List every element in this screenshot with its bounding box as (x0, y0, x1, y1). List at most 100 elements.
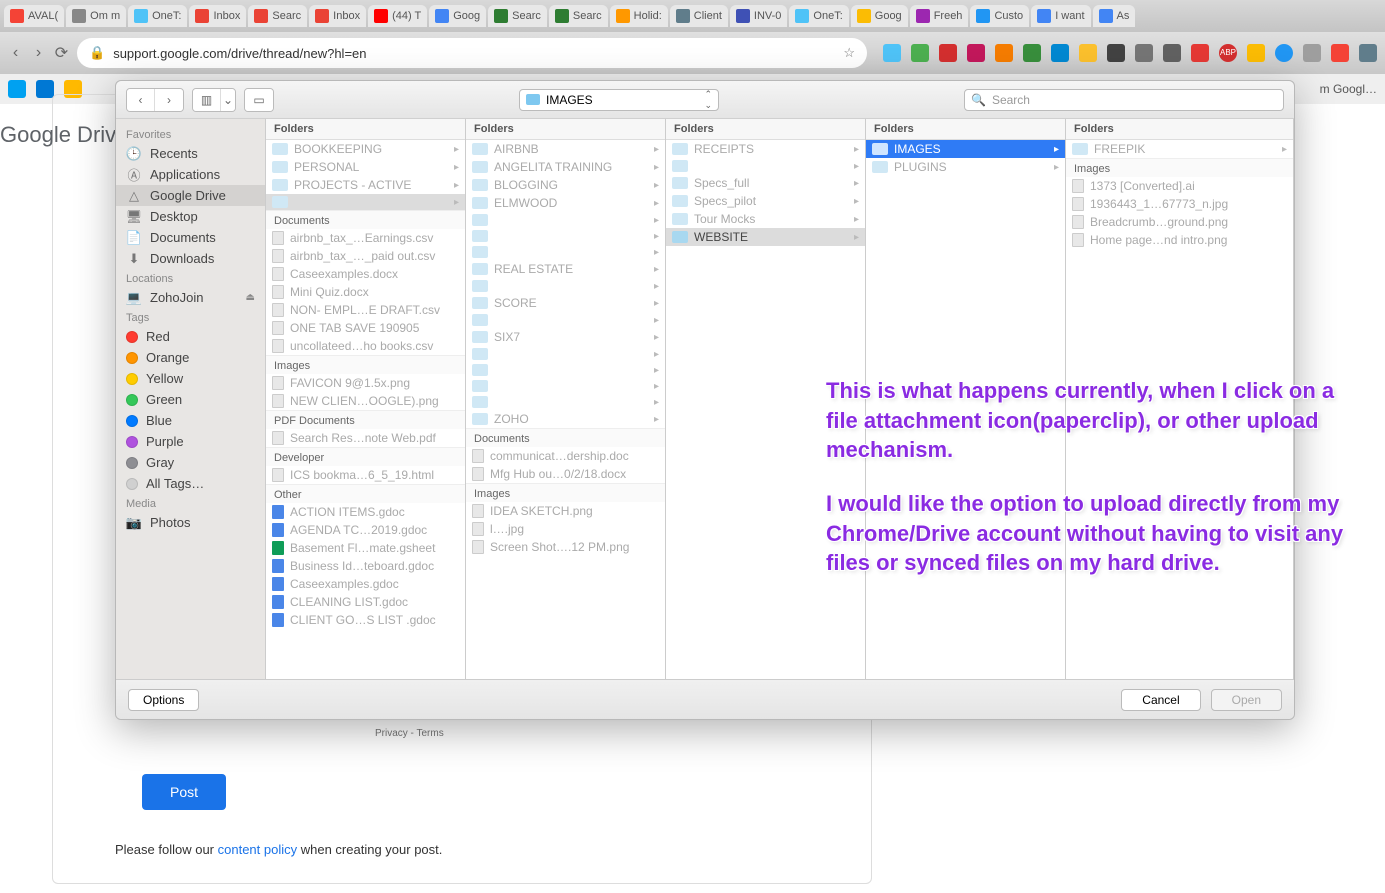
file-item[interactable]: FAVICON 9@1.5x.png (266, 374, 465, 392)
folder-item[interactable]: ▸ (466, 244, 665, 260)
ext-icon[interactable] (1275, 44, 1293, 62)
content-policy-link[interactable]: content policy (218, 842, 298, 857)
ext-icon[interactable] (967, 44, 985, 62)
group-by-button[interactable]: ▭ (245, 89, 273, 111)
sidebar-tag[interactable]: Yellow (116, 368, 265, 389)
browser-tab[interactable]: Inbox (309, 5, 366, 27)
folder-item[interactable]: ▸ (466, 394, 665, 410)
sidebar-item[interactable]: ⒶApplications (116, 164, 265, 185)
folder-item[interactable]: AIRBNB▸ (466, 140, 665, 158)
search-input[interactable]: 🔍 Search (964, 89, 1284, 111)
browser-tab[interactable]: Custo (970, 5, 1029, 27)
file-item[interactable]: IDEA SKETCH.png (466, 502, 665, 520)
folder-item[interactable]: ▸ (266, 194, 465, 210)
ext-icon[interactable] (939, 44, 957, 62)
sidebar-tag[interactable]: Gray (116, 452, 265, 473)
sidebar-item[interactable]: 📄Documents (116, 227, 265, 248)
folder-item[interactable]: PROJECTS - ACTIVE▸ (266, 176, 465, 194)
file-item[interactable]: Mfg Hub ou…0/2/18.docx (466, 465, 665, 483)
folder-item[interactable]: Specs_pilot▸ (666, 192, 865, 210)
browser-tab[interactable]: OneT: (789, 5, 848, 27)
file-item[interactable]: Screen Shot….12 PM.png (466, 538, 665, 556)
file-item[interactable]: Basement Fl…mate.gsheet (266, 539, 465, 557)
sidebar-tag[interactable]: Blue (116, 410, 265, 431)
bookmark-icon[interactable] (36, 80, 54, 98)
browser-tab[interactable]: Goog (851, 5, 908, 27)
ext-icon[interactable] (1107, 44, 1125, 62)
sidebar-item[interactable]: 🖥Desktop (116, 206, 265, 227)
bookmark-overflow[interactable]: m Googl… (1320, 82, 1377, 96)
ext-icon[interactable] (1163, 44, 1181, 62)
browser-tab[interactable]: I want (1031, 5, 1090, 27)
file-item[interactable]: Search Res…note Web.pdf (266, 429, 465, 447)
browser-tab[interactable]: INV-0 (730, 5, 788, 27)
file-item[interactable]: airbnb_tax_…_paid out.csv (266, 247, 465, 265)
ext-icon[interactable] (911, 44, 929, 62)
options-button[interactable]: Options (128, 689, 199, 711)
folder-item[interactable]: PERSONAL▸ (266, 158, 465, 176)
folder-item[interactable]: ▸ (466, 212, 665, 228)
file-item[interactable]: ACTION ITEMS.gdoc (266, 503, 465, 521)
sidebar-item[interactable]: 🕒Recents (116, 143, 265, 164)
folder-item[interactable]: BLOGGING▸ (466, 176, 665, 194)
browser-tab[interactable]: Client (670, 5, 728, 27)
browser-tab[interactable]: Freeh (910, 5, 969, 27)
folder-item[interactable]: SCORE▸ (466, 294, 665, 312)
sidebar-item[interactable]: 📷Photos (116, 512, 265, 533)
folder-item[interactable]: ▸ (466, 378, 665, 394)
folder-item[interactable]: ▸ (466, 312, 665, 328)
folder-item[interactable]: ▸ (466, 278, 665, 294)
browser-tab[interactable]: Searc (488, 5, 547, 27)
folder-item[interactable]: ELMWOOD▸ (466, 194, 665, 212)
forward-button[interactable]: › (31, 41, 46, 65)
path-dropdown[interactable]: IMAGES ⌃⌄ (519, 89, 719, 111)
folder-item[interactable]: PLUGINS▸ (866, 158, 1065, 176)
browser-tab[interactable]: Holid: (610, 5, 668, 27)
file-item[interactable]: CLEANING LIST.gdoc (266, 593, 465, 611)
folder-item[interactable]: ▸ (466, 228, 665, 244)
browser-tab[interactable]: Om m (66, 5, 126, 27)
folder-item[interactable]: SIX7▸ (466, 328, 665, 346)
browser-tab[interactable]: AVAL( (4, 5, 64, 27)
post-button[interactable]: Post (142, 774, 226, 810)
ext-icon[interactable] (1331, 44, 1349, 62)
file-item[interactable]: NEW CLIEN…OOGLE).png (266, 392, 465, 410)
ext-icon[interactable] (1135, 44, 1153, 62)
folder-item[interactable]: ▸ (466, 346, 665, 362)
sidebar-item[interactable]: ⬇Downloads (116, 248, 265, 269)
folder-item[interactable]: ZOHO▸ (466, 410, 665, 428)
file-item[interactable]: Caseexamples.docx (266, 265, 465, 283)
folder-item[interactable]: BOOKKEEPING▸ (266, 140, 465, 158)
file-item[interactable]: Caseexamples.gdoc (266, 575, 465, 593)
browser-tab[interactable]: As (1093, 5, 1136, 27)
privacy-terms[interactable]: Privacy - Terms (375, 728, 444, 739)
sidebar-tag[interactable]: Purple (116, 431, 265, 452)
forward-button[interactable]: › (155, 89, 183, 111)
sidebar-item[interactable]: △Google Drive (116, 185, 265, 206)
ext-icon[interactable] (1023, 44, 1041, 62)
file-item[interactable]: 1936443_1…67773_n.jpg (1066, 195, 1293, 213)
bookmark-icon[interactable] (8, 80, 26, 98)
file-item[interactable]: uncollateed…ho books.csv (266, 337, 465, 355)
browser-tab[interactable]: Goog (429, 5, 486, 27)
folder-item[interactable]: WEBSITE▸ (666, 228, 865, 246)
folder-item[interactable]: IMAGES▸ (866, 140, 1065, 158)
cancel-button[interactable]: Cancel (1121, 689, 1200, 711)
folder-item[interactable]: ▸ (466, 362, 665, 378)
file-item[interactable]: ICS bookma…6_5_19.html (266, 466, 465, 484)
ext-icon[interactable] (995, 44, 1013, 62)
star-icon[interactable]: ☆ (843, 45, 855, 61)
browser-tab[interactable]: Inbox (189, 5, 246, 27)
reload-button[interactable]: ⟳ (54, 41, 69, 65)
file-item[interactable]: communicat…dership.doc (466, 447, 665, 465)
folder-item[interactable]: ▸ (666, 158, 865, 174)
folder-item[interactable]: Tour Mocks▸ (666, 210, 865, 228)
column-view-button[interactable]: ▥ (193, 89, 221, 111)
view-dropdown[interactable]: ⌄ (221, 89, 235, 111)
file-item[interactable]: l….jpg (466, 520, 665, 538)
sidebar-tag[interactable]: All Tags… (116, 473, 265, 494)
ext-icon[interactable] (1247, 44, 1265, 62)
back-button[interactable]: ‹ (8, 41, 23, 65)
file-item[interactable]: Home page…nd intro.png (1066, 231, 1293, 249)
ext-icon[interactable] (1051, 44, 1069, 62)
